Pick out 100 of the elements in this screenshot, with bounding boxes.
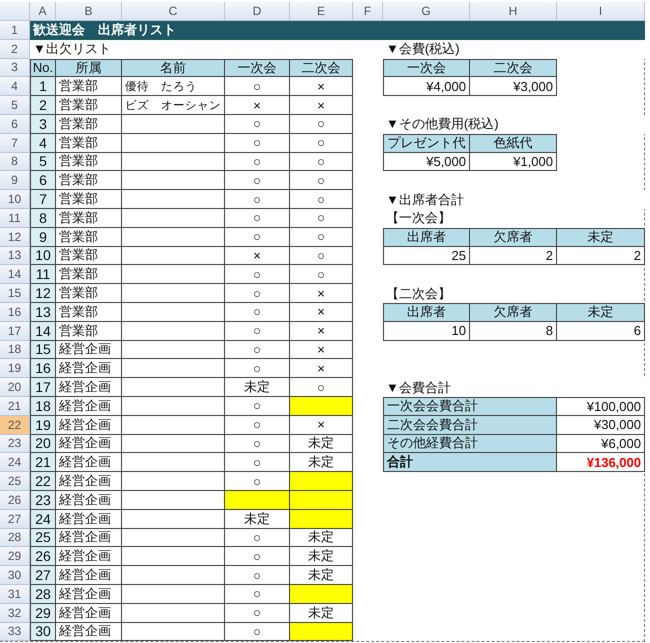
row-header[interactable]: 32 xyxy=(0,604,30,622)
row-header[interactable]: 12 xyxy=(0,228,30,247)
table-cell: ¥4,000 xyxy=(383,77,470,96)
table-cell: 経営企画 xyxy=(56,378,122,397)
table-cell: ○ xyxy=(290,114,353,134)
table-cell: ○ xyxy=(290,208,353,228)
table-cell: × xyxy=(225,96,290,115)
row-header[interactable]: 20 xyxy=(0,378,30,397)
table-cell: × xyxy=(290,416,353,435)
table-cell: 営業部 xyxy=(56,114,122,134)
table-cell: ¥3,000 xyxy=(470,77,557,96)
table-cell: ○ xyxy=(225,302,290,322)
column-header[interactable]: G xyxy=(383,2,470,21)
column-header[interactable]: A xyxy=(30,2,56,21)
table-cell: ¥6,000 xyxy=(557,434,645,454)
table-cell: 未定 xyxy=(225,510,290,529)
row-header[interactable]: 17 xyxy=(0,322,30,341)
table-cell: 未定 xyxy=(225,378,290,397)
table-cell: 経営企画 xyxy=(56,584,122,604)
table-cell: 経営企画 xyxy=(56,340,122,360)
table-cell: ¥30,000 xyxy=(557,416,645,435)
table-cell: 営業部 xyxy=(56,190,122,209)
column-heading: 未定 xyxy=(557,302,645,322)
row-header[interactable]: 22 xyxy=(0,416,30,435)
table-cell: ¥5,000 xyxy=(383,152,470,172)
row-header[interactable]: 6 xyxy=(0,114,30,134)
column-heading: 欠席者 xyxy=(470,228,557,247)
row-header[interactable]: 33 xyxy=(0,622,30,642)
row-header[interactable]: 8 xyxy=(0,152,30,172)
row-header[interactable]: 18 xyxy=(0,340,30,360)
row-label: 一次会会費合計 xyxy=(383,396,557,416)
row-header[interactable]: 2 xyxy=(0,40,30,59)
table-cell: 6 xyxy=(557,322,645,341)
row-number: 30 xyxy=(30,622,56,642)
row-header[interactable]: 11 xyxy=(0,208,30,228)
column-header[interactable]: D xyxy=(225,2,290,21)
column-header[interactable]: F xyxy=(353,2,383,21)
table-cell: 未定 xyxy=(290,434,353,454)
column-header[interactable]: B xyxy=(56,2,122,21)
row-header[interactable]: 15 xyxy=(0,284,30,303)
row-header[interactable]: 14 xyxy=(0,265,30,284)
column-header[interactable]: I xyxy=(557,2,645,21)
table-cell: 経営企画 xyxy=(56,472,122,491)
column-heading: 一次会 xyxy=(383,58,470,78)
row-number: 3 xyxy=(30,114,56,134)
table-cell: ○ xyxy=(225,547,290,566)
row-header[interactable]: 26 xyxy=(0,490,30,510)
row-header[interactable]: 10 xyxy=(0,190,30,209)
row-header[interactable]: 27 xyxy=(0,510,30,529)
row-number: 16 xyxy=(30,359,56,378)
row-header[interactable]: 1 xyxy=(0,21,30,40)
column-header[interactable]: E xyxy=(290,2,353,21)
table-cell: 営業部 xyxy=(56,322,122,341)
row-header[interactable]: 25 xyxy=(0,472,30,491)
table-cell: 未定 xyxy=(290,566,353,585)
row-number: 17 xyxy=(30,378,56,397)
table-cell: ○ xyxy=(290,378,353,397)
table-cell: 経営企画 xyxy=(56,510,122,529)
column-header[interactable]: C xyxy=(122,2,225,21)
column-header[interactable]: H xyxy=(470,2,557,21)
row-header[interactable]: 21 xyxy=(0,396,30,416)
column-heading: 二次会 xyxy=(290,58,353,78)
row-header[interactable]: 29 xyxy=(0,547,30,566)
row-header[interactable]: 28 xyxy=(0,528,30,548)
table-cell: ○ xyxy=(225,340,290,360)
table-cell: ¥1,000 xyxy=(470,152,557,172)
table-cell: 営業部 xyxy=(56,302,122,322)
row-header[interactable]: 31 xyxy=(0,584,30,604)
table-cell: 経営企画 xyxy=(56,416,122,435)
row-header[interactable]: 23 xyxy=(0,434,30,454)
select-all-button[interactable] xyxy=(0,2,30,21)
table-cell: × xyxy=(290,302,353,322)
column-heading: 出席者 xyxy=(383,228,470,247)
row-number: 11 xyxy=(30,265,56,284)
table-cell: ○ xyxy=(225,604,290,622)
table-cell: × xyxy=(290,96,353,115)
table-cell: ビズ オーシャン xyxy=(122,96,225,115)
row-header[interactable]: 9 xyxy=(0,171,30,190)
row-header[interactable]: 3 xyxy=(0,58,30,78)
table-cell: 営業部 xyxy=(56,265,122,284)
table-cell: ○ xyxy=(290,246,353,266)
row-header[interactable]: 24 xyxy=(0,453,30,472)
table-cell: ¥100,000 xyxy=(557,396,645,416)
table-cell: 営業部 xyxy=(56,208,122,228)
column-heading: プレゼント代 xyxy=(383,134,470,153)
row-number: 20 xyxy=(30,434,56,454)
table-cell: 優待 たろう xyxy=(122,77,225,96)
row-header[interactable]: 7 xyxy=(0,134,30,153)
row-header[interactable]: 13 xyxy=(0,246,30,266)
row-header[interactable]: 30 xyxy=(0,566,30,585)
table-cell: ○ xyxy=(225,228,290,247)
row-header[interactable]: 19 xyxy=(0,359,30,378)
row-header[interactable]: 16 xyxy=(0,302,30,322)
table-cell: 営業部 xyxy=(56,77,122,96)
table-cell: ○ xyxy=(225,416,290,435)
table-cell: ○ xyxy=(225,472,290,491)
table-cell: 25 xyxy=(383,246,470,266)
row-header[interactable]: 4 xyxy=(0,77,30,96)
table-cell: ○ xyxy=(225,134,290,153)
row-header[interactable]: 5 xyxy=(0,96,30,115)
